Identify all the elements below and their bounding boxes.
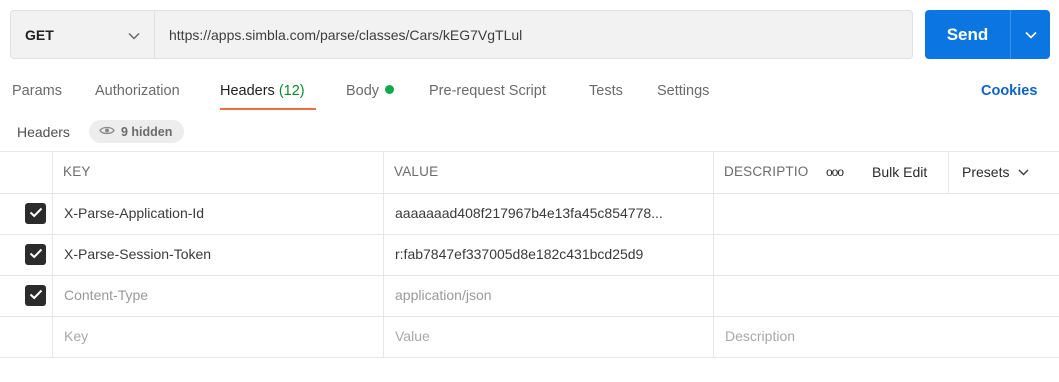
header-value-cell[interactable]: r:fab7847ef337005d8e182c431bcd25d9 [395, 234, 705, 275]
row-enabled-checkbox[interactable] [25, 285, 46, 306]
url-input[interactable]: https://apps.simbla.com/parse/classes/Ca… [169, 11, 522, 58]
header-value-cell[interactable]: aaaaaaad408f217967b4e13fa45c854778... [395, 193, 705, 234]
chevron-down-icon [128, 27, 140, 43]
send-button[interactable]: Send [925, 10, 1010, 59]
hidden-count-label: 9 hidden [121, 124, 173, 139]
headers-section-title: Headers [17, 124, 70, 140]
tab-body[interactable]: Body [346, 80, 395, 102]
column-divider [383, 151, 384, 358]
header-key-cell[interactable]: Content-Type [64, 275, 374, 316]
presets-label: Presets [962, 164, 1010, 180]
tab-label: Body [346, 83, 380, 99]
header-value-cell[interactable]: application/json [395, 275, 705, 316]
tab-label: Pre-request Script [429, 83, 546, 99]
headers-count: (12) [278, 83, 305, 99]
bulk-edit-button[interactable]: Bulk Edit [872, 151, 927, 193]
tab-label: Authorization [95, 83, 180, 99]
status-dot-icon [385, 85, 395, 94]
more-options-button[interactable]: ooo [826, 151, 844, 193]
tab-tests[interactable]: Tests [589, 80, 623, 102]
checkmark-icon [29, 246, 43, 264]
column-header-key: KEY [63, 164, 91, 179]
tab-params[interactable]: Params [12, 80, 62, 102]
new-value-input[interactable]: Value [395, 316, 705, 357]
tab-label: Params [12, 83, 62, 99]
eye-icon [99, 125, 121, 139]
column-divider [52, 151, 53, 358]
active-tab-underline [220, 108, 316, 110]
checkmark-icon [29, 287, 43, 305]
presets-dropdown[interactable]: Presets [962, 151, 1029, 193]
tab-authorization[interactable]: Authorization [95, 80, 180, 102]
column-divider [713, 151, 714, 358]
tab-settings[interactable]: Settings [657, 80, 709, 102]
tab-label: Tests [589, 83, 623, 99]
headers-table: KEY VALUE DESCRIPTIO ooo Bulk Edit Prese… [0, 151, 1059, 359]
send-options-button[interactable] [1011, 10, 1050, 59]
cookies-link[interactable]: Cookies [981, 80, 1037, 102]
method-select[interactable]: GET [11, 11, 155, 58]
method-label: GET [25, 26, 54, 43]
tab-headers[interactable]: Headers (12) [220, 80, 305, 102]
table-border [0, 357, 1059, 358]
tab-pre-request-script[interactable]: Pre-request Script [429, 80, 546, 102]
row-enabled-checkbox[interactable] [25, 203, 46, 224]
tab-label: Headers [220, 83, 275, 99]
header-key-cell[interactable]: X-Parse-Session-Token [64, 234, 374, 275]
request-bar: GET https://apps.simbla.com/parse/classe… [10, 10, 913, 59]
send-button-group: Send [925, 10, 1050, 59]
new-description-input[interactable]: Description [725, 316, 1045, 357]
header-description-cell[interactable] [725, 275, 1045, 316]
row-enabled-checkbox[interactable] [25, 244, 46, 265]
header-description-cell[interactable] [725, 234, 1045, 275]
checkmark-icon [29, 205, 43, 223]
chevron-down-icon [1024, 26, 1037, 44]
chevron-down-icon [1018, 169, 1029, 176]
tab-label: Settings [657, 83, 710, 99]
header-description-cell[interactable] [725, 193, 1045, 234]
column-header-description: DESCRIPTIO [724, 164, 809, 179]
new-key-input[interactable]: Key [64, 316, 374, 357]
header-key-cell[interactable]: X-Parse-Application-Id [64, 193, 374, 234]
column-divider [948, 151, 949, 193]
column-header-value: VALUE [394, 164, 439, 179]
hidden-headers-toggle[interactable]: 9 hidden [89, 120, 185, 143]
